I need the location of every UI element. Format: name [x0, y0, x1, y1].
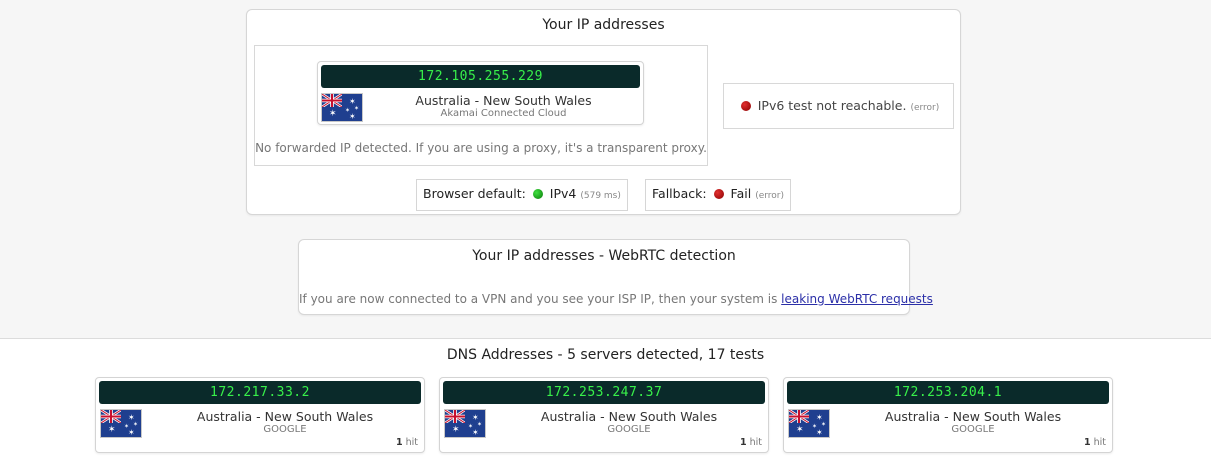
error-status-icon: [713, 189, 724, 199]
ipv4-result: 172.105.255.229 ✶ ✶ ✶ ✶ ✶ Australia - Ne…: [317, 61, 644, 125]
dns-server-hits: 1 hit: [1084, 437, 1106, 448]
ipv6-panel: IPv6 test not reachable. (error): [723, 83, 954, 129]
australia-flag-icon: ✶ ✶ ✶ ✶ ✶: [444, 409, 486, 438]
dns-section: DNS Addresses - 5 servers detected, 17 t…: [0, 338, 1211, 466]
webrtc-leak-link[interactable]: leaking WebRTC requests: [781, 292, 933, 306]
dns-server-isp: GOOGLE: [607, 424, 651, 435]
ipv4-address: 172.105.255.229: [321, 65, 640, 88]
dns-server-location: Australia - New South Wales: [884, 409, 1062, 424]
ipv4-isp: Akamai Connected Cloud: [440, 108, 567, 119]
browser-default-label: Browser default:: [423, 186, 526, 201]
browser-default-value: IPv4: [549, 186, 577, 201]
australia-flag-icon: ✶ ✶ ✶ ✶ ✶: [100, 409, 142, 438]
webrtc-note-text: If you are now connected to a VPN and yo…: [299, 292, 778, 306]
hits-count: 1: [1083, 437, 1091, 448]
webrtc-card-title: Your IP addresses - WebRTC detection: [472, 248, 736, 264]
dns-server-card: 172.217.33.2 ✶ ✶ ✶ ✶ ✶ Australia - New S…: [95, 377, 425, 453]
hits-count: 1: [395, 437, 403, 448]
fallback-value: Fail: [730, 186, 752, 201]
browser-default-pill: Browser default: IPv4 (579 ms): [416, 179, 628, 211]
dns-server-location: Australia - New South Wales: [196, 409, 374, 424]
hits-count: 1: [739, 437, 747, 448]
fallback-pill: Fallback: Fail (error): [645, 179, 791, 211]
dns-server-ip: 172.217.33.2: [99, 381, 421, 404]
dns-server-location: Australia - New South Wales: [540, 409, 718, 424]
ip-addresses-card: Your IP addresses 172.105.255.229 ✶ ✶ ✶ …: [246, 9, 961, 215]
dns-title: DNS Addresses - 5 servers detected, 17 t…: [446, 347, 765, 363]
dns-server-ip: 172.253.204.1: [787, 381, 1109, 404]
ok-status-icon: [532, 189, 543, 199]
ip-card-title: Your IP addresses: [542, 17, 665, 33]
fallback-label: Fallback:: [652, 186, 707, 201]
australia-flag-icon: ✶ ✶ ✶ ✶ ✶: [788, 409, 830, 438]
ipv6-error-label: (error): [910, 103, 940, 113]
webrtc-note: If you are now connected to a VPN and yo…: [299, 292, 933, 306]
australia-flag-icon: ✶ ✶ ✶ ✶ ✶: [321, 93, 363, 122]
browser-default-timing: (579 ms): [580, 191, 621, 201]
dns-server-isp: GOOGLE: [263, 424, 307, 435]
hits-label: hit: [1093, 437, 1106, 448]
dns-server-hits: 1 hit: [396, 437, 418, 448]
error-status-icon: [740, 101, 751, 111]
dns-server-card: 172.253.204.1 ✶ ✶ ✶ ✶ ✶ Australia - New …: [783, 377, 1113, 453]
dns-server-isp: GOOGLE: [951, 424, 995, 435]
dns-server-ip: 172.253.247.37: [443, 381, 765, 404]
fallback-error-label: (error): [755, 191, 784, 201]
dns-server-hits: 1 hit: [740, 437, 762, 448]
ipv4-location: Australia - New South Wales: [415, 93, 592, 108]
forwarded-ip-note: No forwarded IP detected. If you are usi…: [255, 141, 707, 155]
dns-server-card: 172.253.247.37 ✶ ✶ ✶ ✶ ✶ Australia - New…: [439, 377, 769, 453]
ipv6-status-text: IPv6 test not reachable.: [757, 98, 907, 113]
hits-label: hit: [405, 437, 418, 448]
hits-label: hit: [749, 437, 762, 448]
webrtc-card: Your IP addresses - WebRTC detection If …: [298, 239, 933, 315]
ipv4-panel: 172.105.255.229 ✶ ✶ ✶ ✶ ✶ Australia - Ne…: [254, 45, 708, 166]
